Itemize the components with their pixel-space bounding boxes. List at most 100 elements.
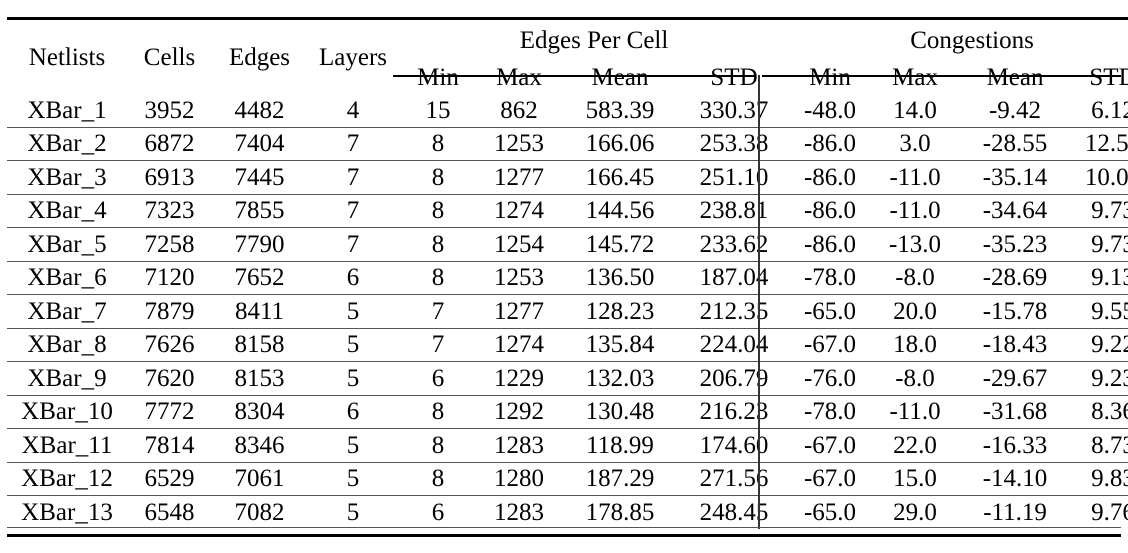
cell-cong-mean: -35.14 <box>959 160 1072 194</box>
cell-cong-std: 9.23 <box>1071 361 1128 395</box>
cell-cong-std: 8.36 <box>1071 394 1128 429</box>
cell-cong-min: -65.0 <box>789 495 872 529</box>
cell-edges: 7404 <box>212 126 307 161</box>
cell-cong-min: -78.0 <box>789 260 872 295</box>
cell-cong-mean: -35.23 <box>959 227 1072 261</box>
cell-cong-std: 10.01 <box>1071 160 1128 194</box>
cell-netlist: XBar_7 <box>7 294 127 328</box>
cell-cells: 7323 <box>127 193 212 228</box>
cell-layers: 7 <box>307 193 399 228</box>
cell-cells: 6913 <box>127 160 212 194</box>
cell-cong-std: 9.13 <box>1071 260 1128 295</box>
table-row: XBar_4 7323 7855 7 8 1274 144.56 238.81 -86.0 -11… <box>7 193 1128 228</box>
cell-edges: 8304 <box>212 394 307 429</box>
cell-epc-std: 253.38 <box>679 126 790 161</box>
cell-cong-min: -86.0 <box>789 126 872 161</box>
col-header-epc-min: Min <box>417 63 459 91</box>
cell-layers: 7 <box>307 227 399 261</box>
cell-cong-max: -11.0 <box>871 193 960 228</box>
cell-cong-max: 22.0 <box>871 428 960 462</box>
cell-layers: 5 <box>307 495 399 529</box>
cell-cong-std: 9.73 <box>1071 227 1128 261</box>
cell-cong-max: 20.0 <box>871 294 960 328</box>
cell-layers: 5 <box>307 327 399 362</box>
cell-epc-mean: 144.56 <box>561 193 679 228</box>
cell-edges: 4482 <box>234 96 285 124</box>
cell-cong-max: -11.0 <box>871 160 960 194</box>
cell-netlist: XBar_10 <box>7 394 127 429</box>
cell-cong-mean: -14.10 <box>959 461 1072 496</box>
cmidrule-edges-per-cell <box>393 75 756 77</box>
cell-netlist: XBar_11 <box>7 428 127 462</box>
cell-cong-max: 18.0 <box>871 327 960 362</box>
cell-edges: 7082 <box>212 495 307 529</box>
cell-cong-std: 9.55 <box>1071 294 1128 328</box>
cell-cells: 7772 <box>127 394 212 429</box>
cell-edges: 7855 <box>212 193 307 228</box>
cell-cong-max: 14.0 <box>893 96 937 124</box>
cell-epc-std: 174.60 <box>679 428 790 462</box>
cell-cong-min: -86.0 <box>789 227 872 261</box>
cell-epc-std: 187.04 <box>679 260 790 295</box>
cell-epc-std: 206.79 <box>679 361 790 395</box>
cell-epc-max: 1292 <box>477 394 561 429</box>
col-header-cong-min: Min <box>809 63 851 91</box>
vertical-group-separator <box>758 75 760 529</box>
header-row-groups: Netlists Cells Edges Layers Edges Per Ce… <box>7 17 1128 94</box>
col-header-epc-std: STD <box>710 63 758 91</box>
col-header-edges: Edges <box>212 17 307 94</box>
table-row: XBar_13 6548 7082 5 6 1283 178.85 248.45 -65.0 29… <box>7 495 1128 529</box>
cell-edges: 8153 <box>212 361 307 395</box>
table-container: Netlists Cells Edges Layers Edges Per Ce… <box>0 17 1128 553</box>
cell-epc-mean: 145.72 <box>561 227 679 261</box>
cell-epc-mean: 128.23 <box>561 294 679 328</box>
cell-edges: 8346 <box>212 428 307 462</box>
cell-cells: 6548 <box>127 495 212 529</box>
cell-cong-std: 9.83 <box>1071 461 1128 496</box>
cell-edges: 7790 <box>212 227 307 261</box>
cell-cong-mean: -11.19 <box>959 495 1072 529</box>
cell-epc-min: 8 <box>399 193 477 228</box>
cell-netlist: XBar_2 <box>7 126 127 161</box>
netlist-statistics-table: Netlists Cells Edges Layers Edges Per Ce… <box>7 17 1128 529</box>
cell-cells: 7626 <box>127 327 212 362</box>
cell-epc-std: 330.37 <box>699 96 769 124</box>
cell-epc-max: 862 <box>500 96 538 124</box>
cell-layers: 4 <box>346 96 360 124</box>
cell-cong-std: 6.12 <box>1091 96 1128 124</box>
cell-cong-min: -67.0 <box>789 428 872 462</box>
cell-cong-std: 9.22 <box>1071 327 1128 362</box>
table-row: XBar_12 6529 7061 5 8 1280 187.29 271.56 -67.0 15… <box>7 461 1128 496</box>
cell-cong-std: 9.76 <box>1071 495 1128 529</box>
cell-epc-max: 1253 <box>477 126 561 161</box>
cell-layers: 5 <box>307 294 399 328</box>
col-header-cells: Cells <box>127 17 212 94</box>
cell-layers: 7 <box>307 126 399 161</box>
cell-epc-std: 248.45 <box>679 495 790 529</box>
cell-epc-std: 251.10 <box>679 160 790 194</box>
cell-epc-min: 8 <box>399 126 477 161</box>
cell-epc-mean: 583.39 <box>585 96 655 124</box>
cell-cells: 3952 <box>144 96 195 124</box>
col-header-cong-std: STD <box>1089 63 1128 91</box>
cell-epc-mean: 166.45 <box>561 160 679 194</box>
cell-cells: 7879 <box>127 294 212 328</box>
cell-epc-min: 8 <box>399 394 477 429</box>
cell-epc-std: 224.04 <box>679 327 790 362</box>
cell-epc-min: 8 <box>399 260 477 295</box>
cell-netlist: XBar_13 <box>7 495 127 529</box>
cell-cong-max: 29.0 <box>871 495 960 529</box>
cell-cong-min: -86.0 <box>789 193 872 228</box>
cell-edges: 7652 <box>212 260 307 295</box>
cell-epc-mean: 118.99 <box>561 428 679 462</box>
bottom-thin-rule <box>7 527 1121 529</box>
cell-edges: 8158 <box>212 327 307 362</box>
cell-epc-max: 1229 <box>477 361 561 395</box>
cell-edges: 7061 <box>212 461 307 496</box>
table-row: XBar_9 7620 8153 5 6 1229 132.03 206.79 -76.0 -8.… <box>7 361 1128 395</box>
cell-netlist: XBar_3 <box>7 160 127 194</box>
cell-cells: 7258 <box>127 227 212 261</box>
cell-cong-min: -86.0 <box>789 160 872 194</box>
cell-epc-min: 8 <box>399 461 477 496</box>
cell-epc-mean: 132.03 <box>561 361 679 395</box>
